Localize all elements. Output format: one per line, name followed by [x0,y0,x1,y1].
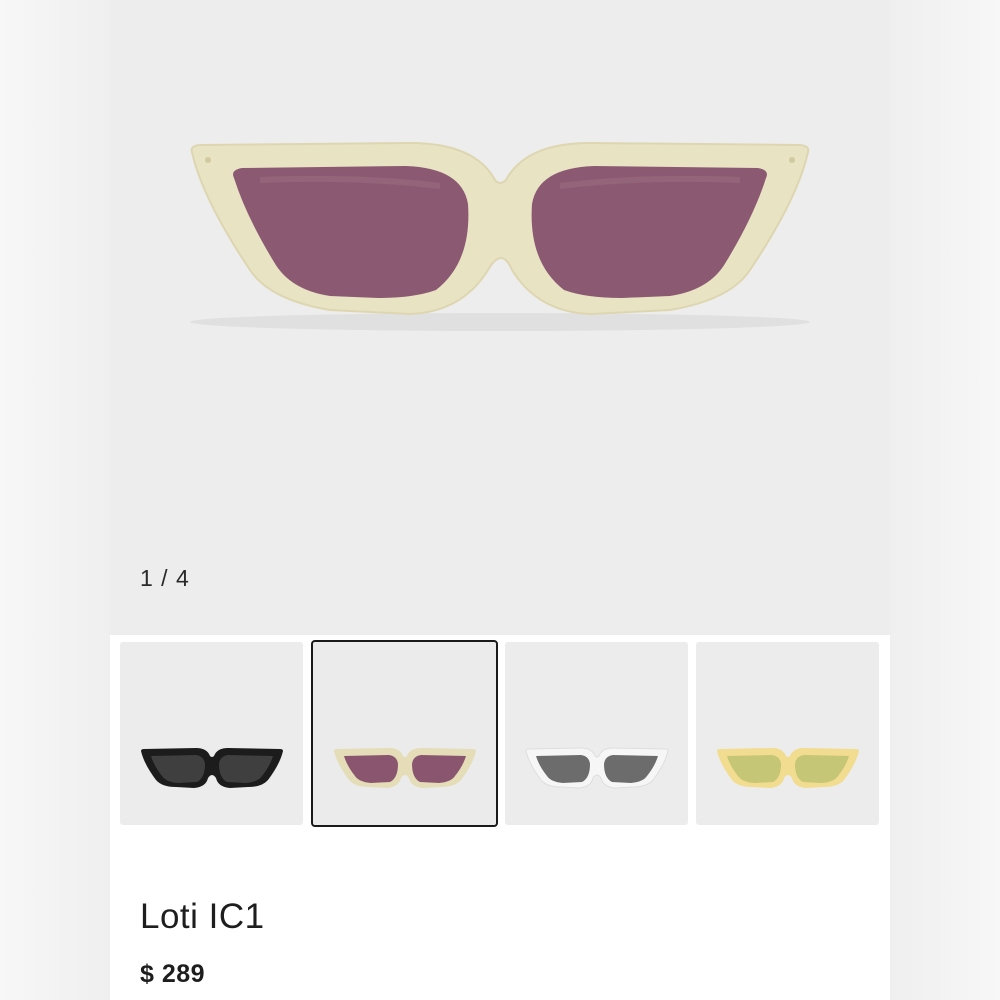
hinge-rivet-left [205,157,211,163]
sunglasses-cream-purple-icon [334,748,476,788]
hinge-rivet-right [789,157,795,163]
product-gallery[interactable]: 1 / 4 [110,0,890,635]
product-main-image[interactable] [110,0,890,540]
thumbnail-sunglasses-cream-purple[interactable] [311,640,498,827]
sunglasses-shadow [190,313,810,331]
sunglasses-yellow-green-icon [717,748,859,788]
product-price: $ 289 [140,960,206,988]
thumbnail-sunglasses-white-grey[interactable] [505,642,688,825]
product-panel: Loti IC1 $ 289 [110,635,890,1000]
sunglasses-black-icon [141,748,283,788]
thumbnail-sunglasses-black[interactable] [120,642,303,825]
product-name: Loti IC1 [140,897,265,936]
image-counter: 1 / 4 [140,565,190,591]
thumbnail-strip [120,640,880,828]
thumbnail-sunglasses-yellow-green[interactable] [696,642,879,825]
sunglasses-white-grey-icon [525,747,669,789]
